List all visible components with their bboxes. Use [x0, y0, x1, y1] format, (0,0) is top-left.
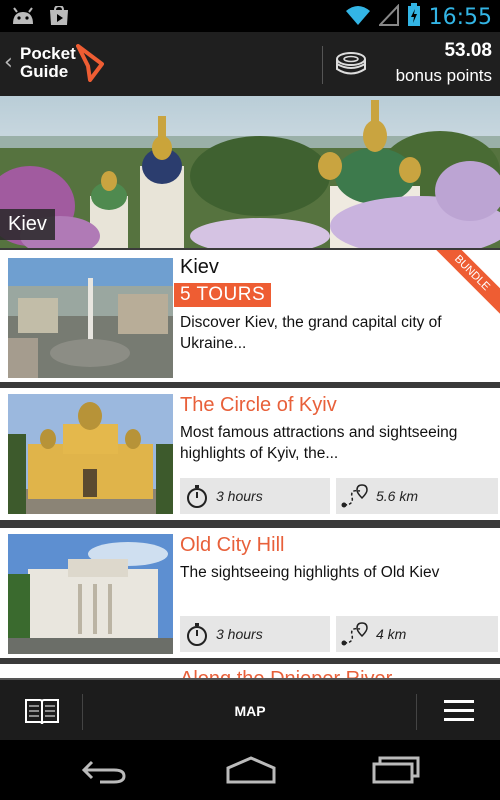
card-description: The sightseeing highlights of Old Kiev [180, 564, 440, 581]
card-thumbnail [8, 534, 173, 654]
status-clock: 16:55 [428, 4, 492, 30]
stopwatch-icon [187, 623, 207, 646]
bottom-divider [416, 694, 417, 730]
distance-chip: 5.6 km [336, 478, 498, 514]
route-icon [341, 622, 368, 646]
bottom-divider [82, 694, 83, 730]
bundle-ribbon: BUNDLE [430, 250, 500, 320]
card-title[interactable]: The Circle of Kyiv [180, 394, 337, 417]
card-thumbnail [8, 258, 173, 378]
stopwatch-icon [187, 485, 207, 508]
card-title[interactable]: Along the Dnieper River [180, 668, 392, 678]
logo-arrow-icon [76, 44, 104, 86]
route-icon [341, 484, 368, 508]
home-icon[interactable] [226, 756, 276, 788]
distance-text: 5.6 km [376, 488, 419, 504]
distance-chip: 4 km [336, 616, 498, 652]
bonus-points-value[interactable]: 53.08 [444, 40, 492, 62]
menu-hamburger-icon[interactable] [444, 698, 474, 728]
duration-chip: 3 hours [180, 478, 330, 514]
card-title[interactable]: Kiev [180, 256, 219, 279]
distance-text: 4 km [376, 626, 407, 642]
header-divider [322, 46, 323, 84]
bundle-ribbon-label: BUNDLE [430, 250, 500, 315]
recent-apps-icon[interactable] [372, 756, 420, 788]
map-button[interactable]: MAP [200, 680, 300, 742]
logo-line2: Guide [20, 62, 69, 81]
city-hero-image[interactable]: Kiev [0, 96, 500, 248]
coins-icon[interactable] [334, 50, 368, 84]
tour-list[interactable]: Kiev 5 TOURS Discover Kiev, the grand ca… [0, 248, 500, 678]
duration-text: 3 hours [216, 488, 263, 504]
bonus-points-label: bonus points [395, 66, 492, 85]
status-bar: 16:55 [0, 0, 500, 32]
list-item[interactable]: Old City Hill The sightseeing highlights… [0, 528, 500, 658]
system-navigation-bar [0, 740, 500, 800]
duration-text: 3 hours [216, 626, 263, 642]
tours-count-badge: 5 TOURS [174, 283, 272, 307]
back-chevron-icon[interactable]: ‹ [4, 50, 13, 75]
battery-icon [407, 3, 421, 31]
card-title[interactable]: Old City Hill [180, 534, 284, 557]
list-item[interactable]: Along the Dnieper River [0, 664, 500, 678]
app-header: ‹ Pocket Guide 53.08 bonus points [0, 32, 500, 97]
android-debug-icon [10, 6, 36, 30]
hero-city-label: Kiev [0, 209, 55, 240]
list-item[interactable]: Kiev 5 TOURS Discover Kiev, the grand ca… [0, 250, 500, 382]
card-description: Most famous attractions and sightseeing … [180, 424, 458, 462]
card-thumbnail [8, 394, 173, 514]
hero-illustration [0, 100, 500, 248]
list-item[interactable]: The Circle of Kyiv Most famous attractio… [0, 388, 500, 520]
back-icon[interactable] [80, 758, 128, 788]
pocket-guide-logo[interactable]: Pocket Guide [20, 45, 76, 81]
wifi-icon [345, 4, 371, 30]
signal-icon [377, 3, 399, 30]
bottom-action-bar: MAP [0, 678, 500, 742]
duration-chip: 3 hours [180, 616, 330, 652]
play-store-icon [48, 4, 70, 30]
guide-book-icon[interactable] [24, 696, 60, 730]
logo-line1: Pocket [20, 44, 76, 63]
